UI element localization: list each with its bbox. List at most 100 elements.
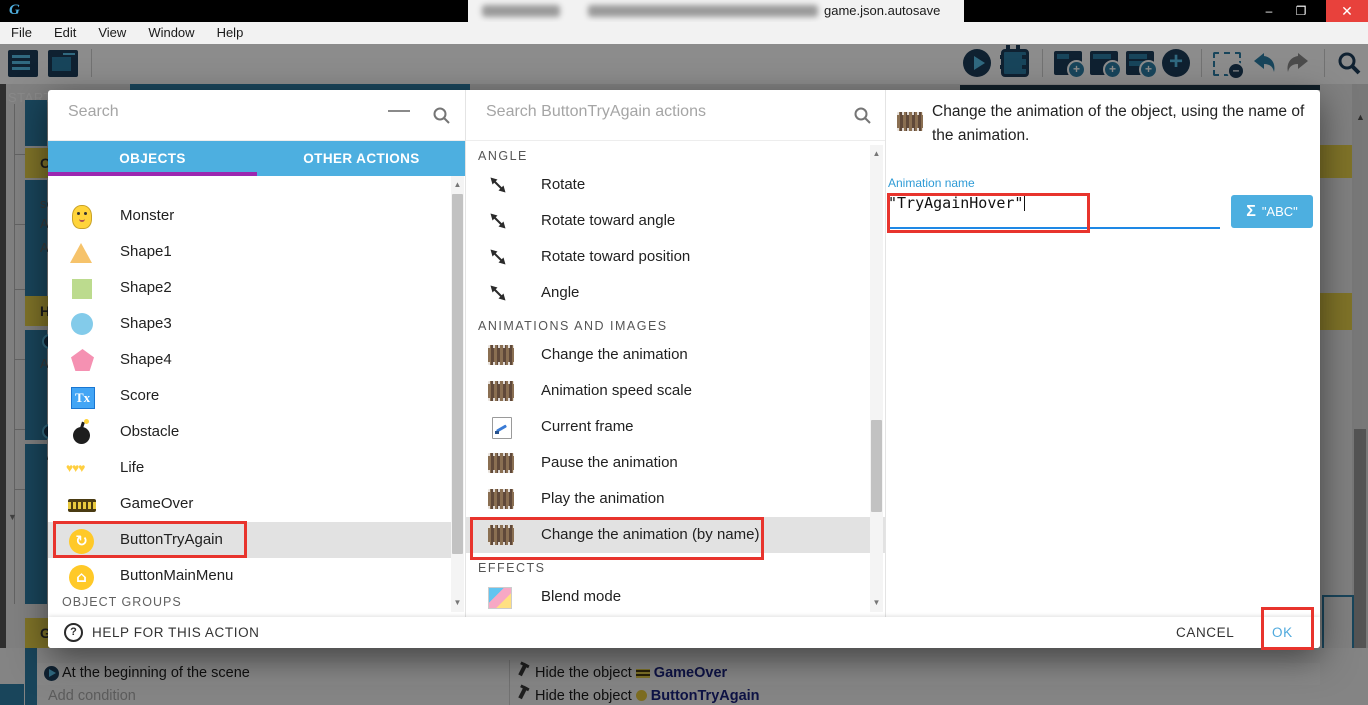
text-cursor — [1024, 194, 1025, 211]
action-section: ANIMATIONS AND IMAGES Change the animati… — [466, 311, 886, 553]
object-list-item[interactable]: Shape3 — [48, 306, 451, 342]
action-list-item[interactable]: Pause the animation — [466, 445, 886, 481]
scroll-up-icon[interactable]: ▲ — [870, 149, 883, 158]
circle-icon — [71, 313, 93, 335]
object-label: Monster — [120, 207, 174, 224]
action-list-item[interactable]: Angle — [466, 275, 886, 311]
object-label: Score — [120, 387, 159, 404]
object-groups-header: OBJECT GROUPS — [62, 595, 182, 609]
object-list-item[interactable]: Shape1 — [48, 234, 451, 270]
object-list-item[interactable]: Shape2 — [48, 270, 451, 306]
square-icon — [72, 279, 92, 299]
action-list-item[interactable]: Animation speed scale — [466, 373, 886, 409]
help-icon[interactable]: ? — [64, 623, 83, 642]
tab-other-actions[interactable]: OTHER ACTIONS — [257, 141, 466, 176]
expression-editor-button[interactable]: Σ"ABC" — [1231, 195, 1313, 228]
object-label: GameOver — [120, 495, 193, 512]
film-icon — [488, 345, 514, 365]
object-label: Obstacle — [120, 423, 179, 440]
animation-name-input[interactable]: "TryAgainHover" — [888, 194, 1025, 212]
objects-scrollbar[interactable]: ▲ ▼ — [451, 176, 464, 612]
actions-search-input[interactable] — [484, 102, 768, 122]
scroll-down-icon[interactable]: ▼ — [870, 598, 883, 607]
action-list-item[interactable]: Change the animation — [466, 337, 886, 373]
button-home-icon — [69, 565, 94, 590]
action-label: Animation speed scale — [541, 382, 692, 399]
help-link[interactable]: HELP FOR THIS ACTION — [92, 625, 260, 640]
blend-icon — [488, 587, 512, 609]
object-label: Shape3 — [120, 315, 172, 332]
action-list-item[interactable]: Rotate toward angle — [466, 203, 886, 239]
frame-icon — [492, 417, 512, 439]
pentagon-icon — [71, 349, 94, 371]
action-label: Angle — [541, 284, 579, 301]
objects-search-input[interactable] — [66, 102, 350, 122]
objects-list: Monster Shape1 Shape2 Shape3 Shape4 Scor… — [48, 176, 451, 595]
button-refresh-icon — [69, 529, 94, 554]
actions-list: ANGLE Rotate Rotate toward angle Rotate … — [466, 141, 886, 617]
menu-item[interactable]: Edit — [43, 22, 87, 44]
action-label: Change the animation — [541, 346, 688, 363]
object-list-item[interactable]: ButtonTryAgain — [48, 522, 451, 558]
actions-scrollbar[interactable]: ▲ ▼ — [870, 145, 883, 612]
search-icon[interactable] — [853, 106, 872, 125]
cancel-button[interactable]: CANCEL — [1176, 625, 1234, 640]
object-list-item[interactable]: Life — [48, 450, 451, 486]
filter-icon[interactable] — [388, 110, 410, 122]
action-section: ANGLE Rotate Rotate toward angle Rotate … — [466, 141, 886, 311]
film-icon — [488, 489, 514, 509]
object-label: Shape4 — [120, 351, 172, 368]
object-list-item[interactable]: Shape4 — [48, 342, 451, 378]
action-list-item[interactable]: Current frame — [466, 409, 886, 445]
text-icon — [71, 387, 95, 409]
action-list-item[interactable]: Rotate — [466, 167, 886, 203]
action-section-header: ANIMATIONS AND IMAGES — [466, 311, 886, 337]
menu-item[interactable]: Window — [137, 22, 205, 44]
sigma-icon: Σ — [1246, 203, 1256, 220]
minimize-button[interactable]: – — [1254, 0, 1284, 22]
search-icon[interactable] — [432, 106, 451, 125]
object-label: Life — [120, 459, 144, 476]
gdevelop-window: game.json.autosave – ❐ ✕ File Edit View … — [0, 0, 1368, 705]
window-title: game.json.autosave — [824, 3, 940, 18]
film-icon — [488, 453, 514, 473]
object-list-item[interactable]: ButtonMainMenu — [48, 558, 451, 594]
scrollbar-thumb[interactable] — [871, 420, 882, 512]
action-section-header: ANGLE — [466, 141, 886, 167]
ok-button[interactable]: OK — [1272, 625, 1293, 640]
action-chooser-dialog: OBJECTS OTHER ACTIONS Monster Shape1 Sha… — [48, 90, 1320, 648]
title-redaction-patch: game.json.autosave — [468, 0, 964, 22]
scroll-down-icon[interactable]: ▼ — [451, 598, 464, 607]
animation-name-label: Animation name — [888, 176, 975, 190]
scrollbar-thumb[interactable] — [452, 194, 463, 554]
object-list-item[interactable]: Monster — [48, 198, 451, 234]
title-bar: game.json.autosave – ❐ ✕ — [0, 0, 1368, 22]
action-label: Pause the animation — [541, 454, 678, 471]
menu-bar: File Edit View Window Help — [0, 22, 1368, 45]
menu-item[interactable]: File — [0, 22, 43, 44]
film-strip-icon — [897, 112, 923, 131]
rotate-icon — [488, 247, 514, 267]
action-list-item[interactable]: Rotate toward position — [466, 239, 886, 275]
menu-item[interactable]: View — [87, 22, 137, 44]
maximize-button[interactable]: ❐ — [1286, 0, 1316, 22]
object-list-item[interactable]: Score — [48, 378, 451, 414]
dialog-footer: ? HELP FOR THIS ACTION CANCEL OK — [48, 617, 1320, 648]
rotate-icon — [488, 211, 514, 231]
objects-search-row — [48, 90, 466, 141]
action-list-item[interactable]: Change the animation (by name) — [466, 517, 886, 553]
action-list-item[interactable]: Play the animation — [466, 481, 886, 517]
action-label: Rotate — [541, 176, 585, 193]
action-label: Play the animation — [541, 490, 664, 507]
close-button[interactable]: ✕ — [1326, 0, 1368, 22]
object-list-item[interactable]: Obstacle — [48, 414, 451, 450]
menu-item[interactable]: Help — [206, 22, 255, 44]
scroll-up-icon[interactable]: ▲ — [451, 180, 464, 189]
action-description: Change the animation of the object, usin… — [932, 100, 1320, 148]
tab-objects[interactable]: OBJECTS — [48, 141, 257, 176]
object-label: ButtonTryAgain — [120, 531, 223, 548]
object-list-item[interactable]: GameOver — [48, 486, 451, 522]
action-list-item[interactable]: Blend mode — [466, 579, 886, 615]
action-label: Blend mode — [541, 588, 621, 605]
gameover-icon — [68, 499, 96, 512]
